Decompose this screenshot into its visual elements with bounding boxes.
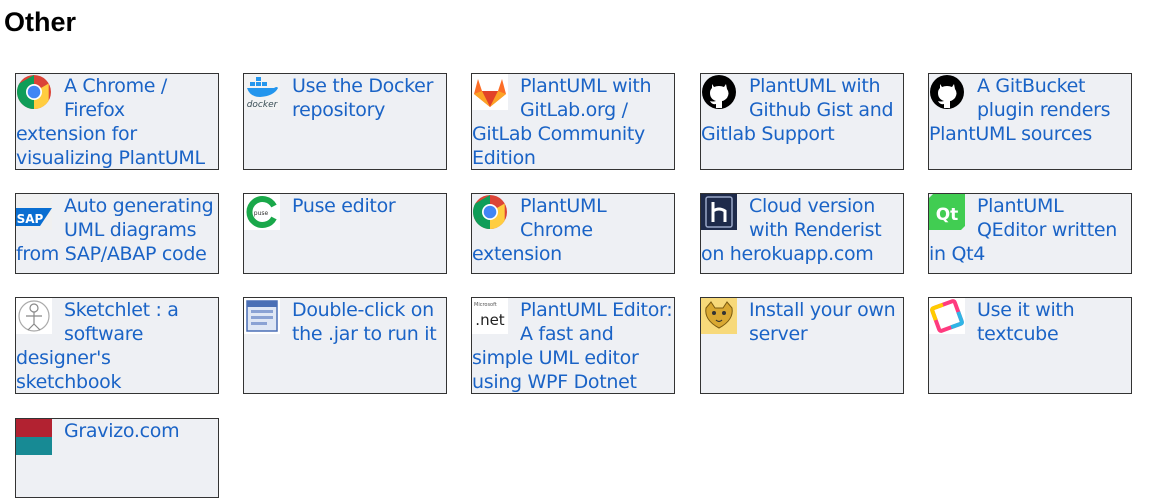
gravizo-icon [16, 419, 52, 455]
card-own-server[interactable]: Install your own server [700, 297, 904, 394]
card-double-click-jar[interactable]: Double-click on the .jar to run it [243, 297, 447, 394]
card-label[interactable]: Install your own server [749, 299, 896, 345]
card-puse-editor[interactable]: puse Puse editor [243, 193, 447, 274]
card-github-gist[interactable]: PlantUML with Github Gist and Gitlab Sup… [700, 73, 904, 170]
chrome-icon [472, 194, 508, 230]
svg-text:Microsoft: Microsoft [474, 302, 497, 308]
card-sap-abap[interactable]: SAP Auto generating UML diagrams from SA… [15, 193, 219, 274]
card-docker[interactable]: docker Use the Docker repository [243, 73, 447, 170]
window-icon [244, 298, 280, 334]
github-icon [701, 74, 737, 110]
puse-icon: puse [244, 194, 280, 230]
docker-icon-text: docker [247, 100, 279, 110]
card-plantuml-chrome[interactable]: PlantUML Chrome extension [471, 193, 675, 274]
section-title: Other [4, 7, 77, 37]
sap-icon: SAP [16, 194, 52, 230]
docker-icon: docker [244, 74, 280, 110]
dotnet-icon: Microsoft .net [472, 298, 508, 334]
heroku-icon [701, 194, 737, 230]
card-label[interactable]: Double-click on the .jar to run it [292, 299, 437, 345]
card-heroku[interactable]: Cloud version with Renderist on herokuap… [700, 193, 904, 274]
dotnet-icon-text: .net [475, 311, 505, 329]
card-wpf-editor[interactable]: Microsoft .net PlantUML Editor: A fast a… [471, 297, 675, 394]
tomcat-icon [701, 298, 737, 334]
card-chrome-firefox-extension[interactable]: A Chrome / Firefox extension for visuali… [15, 73, 219, 170]
puse-icon-text: puse [254, 210, 269, 217]
sketchlet-icon [16, 298, 52, 334]
github-icon [929, 74, 965, 110]
card-label[interactable]: Gravizo.com [64, 420, 180, 442]
card-qeditor[interactable]: Qt PlantUML QEditor written in Qt4 [928, 193, 1132, 274]
qt-icon-text: Qt [936, 205, 959, 225]
card-gitbucket[interactable]: A GitBucket plugin renders PlantUML sour… [928, 73, 1132, 170]
card-label[interactable]: Use it with textcube [977, 299, 1075, 345]
chrome-icon [16, 74, 52, 110]
textcube-icon [929, 298, 965, 334]
card-label[interactable]: Puse editor [292, 195, 396, 217]
sap-icon-text: SAP [17, 212, 44, 226]
card-sketchlet[interactable]: Sketchlet : a software designer's sketch… [15, 297, 219, 394]
gitlab-icon [472, 74, 508, 110]
qt-icon: Qt [929, 194, 965, 230]
card-gitlab[interactable]: PlantUML with GitLab.org / GitLab Commun… [471, 73, 675, 170]
card-label[interactable]: Use the Docker repository [292, 75, 433, 121]
card-gravizo[interactable]: Gravizo.com [15, 418, 219, 498]
card-textcube[interactable]: Use it with textcube [928, 297, 1132, 394]
